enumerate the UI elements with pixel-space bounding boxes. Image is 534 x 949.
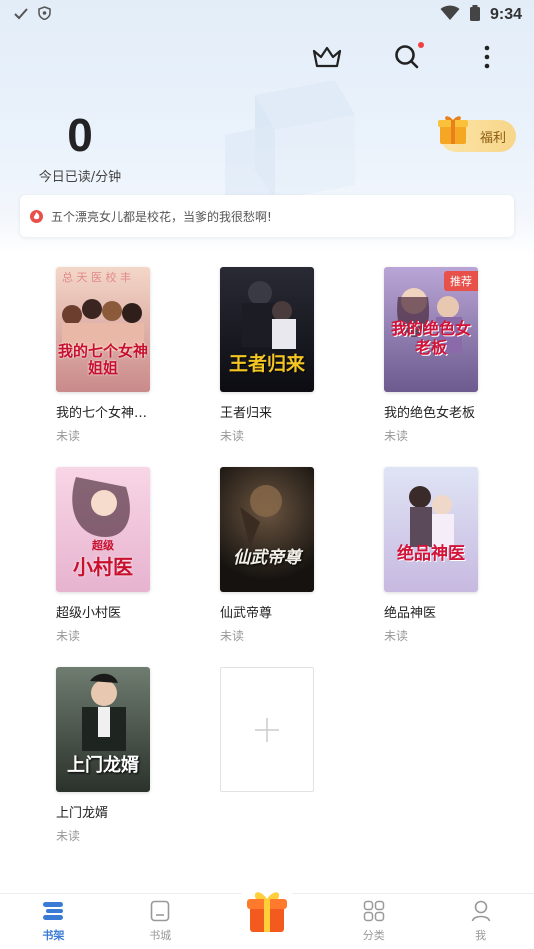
book-read-status: 未读 bbox=[56, 629, 81, 643]
plus-icon bbox=[255, 717, 279, 742]
notification-dot bbox=[418, 42, 424, 48]
book-item[interactable]: 上门龙婿 上门龙婿 未读 bbox=[56, 667, 156, 844]
tab-label: 分类 bbox=[362, 929, 385, 942]
book-read-status: 未读 bbox=[56, 829, 81, 843]
cover-title: 我的绝色女老板 bbox=[390, 319, 471, 357]
recommended-badge: 推荐 bbox=[444, 271, 478, 291]
tab-category[interactable]: 分类 bbox=[320, 894, 427, 949]
search-icon bbox=[395, 45, 419, 69]
book-item[interactable]: 推荐 我的绝色女老板 我的绝色女老板 未读 bbox=[384, 267, 484, 444]
search-button[interactable] bbox=[390, 40, 424, 74]
add-book-button[interactable] bbox=[220, 667, 314, 792]
book-item[interactable]: 超级 小村医 超级小村医 未读 bbox=[56, 467, 156, 644]
book-item[interactable]: 绝品神医 绝品神医 未读 bbox=[384, 467, 484, 644]
notice-text: 五个漂亮女儿都是校花，当爹的我很愁啊! bbox=[51, 209, 272, 224]
bookshelf-icon bbox=[42, 899, 64, 923]
welfare-label: 福利 bbox=[479, 130, 506, 146]
top-actions bbox=[310, 40, 504, 74]
decorative-book-illustration bbox=[225, 80, 355, 200]
cover-title: 仙武帝尊 bbox=[233, 548, 301, 568]
bookstore-icon bbox=[150, 899, 170, 923]
battery-icon bbox=[469, 5, 480, 25]
book-cover[interactable]: 绝品神医 bbox=[384, 467, 478, 592]
tab-gift[interactable] bbox=[214, 880, 321, 949]
status-time: 9:34 bbox=[489, 6, 522, 23]
profile-icon bbox=[471, 899, 491, 923]
svg-text:总 天 医 校 丰: 总 天 医 校 丰 bbox=[62, 270, 131, 284]
tab-label: 书架 bbox=[42, 929, 65, 942]
book-title: 上门龙婿 bbox=[56, 806, 109, 821]
book-cover[interactable]: 王者归来 bbox=[220, 267, 314, 392]
wifi-icon bbox=[440, 5, 460, 25]
add-book-item[interactable] bbox=[220, 667, 320, 792]
book-item[interactable]: 总 天 医 校 丰 我的七个女神姐姐 我的七个女神… 未读 bbox=[56, 267, 156, 444]
cover-title: 王者归来 bbox=[228, 353, 305, 375]
tab-profile[interactable]: 我 bbox=[427, 894, 534, 949]
check-icon bbox=[14, 6, 28, 24]
book-cover[interactable]: 推荐 我的绝色女老板 bbox=[384, 267, 478, 392]
cover-title: 上门龙婿 bbox=[67, 755, 139, 776]
category-icon bbox=[363, 899, 385, 923]
shield-icon bbox=[38, 6, 51, 24]
reading-minutes-label: 今日已读/分钟 bbox=[38, 170, 122, 185]
reading-minutes-value: 0 bbox=[67, 109, 93, 161]
tab-bookstore[interactable]: 书城 bbox=[107, 894, 214, 949]
welfare-button[interactable]: 福利 bbox=[438, 116, 516, 152]
book-title: 超级小村医 bbox=[56, 606, 122, 621]
more-vertical-icon bbox=[484, 45, 490, 69]
vip-crown-button[interactable] bbox=[310, 40, 344, 74]
tab-label: 我 bbox=[475, 929, 487, 942]
gift-icon bbox=[245, 888, 289, 937]
hot-icon bbox=[30, 209, 43, 223]
book-title: 王者归来 bbox=[220, 406, 273, 421]
tab-bookshelf[interactable]: 书架 bbox=[0, 894, 107, 949]
book-title: 我的绝色女老板 bbox=[384, 406, 476, 421]
cover-title: 小村医 bbox=[73, 555, 133, 579]
book-read-status: 未读 bbox=[220, 429, 245, 443]
cover-title: 我的七个女神姐姐 bbox=[57, 342, 148, 377]
book-cover[interactable]: 仙武帝尊 bbox=[220, 467, 314, 592]
book-item[interactable]: 仙武帝尊 仙武帝尊 未读 bbox=[220, 467, 320, 644]
book-item[interactable]: 王者归来 王者归来 未读 bbox=[220, 267, 320, 444]
gift-box-icon bbox=[438, 116, 468, 144]
book-cover[interactable]: 总 天 医 校 丰 我的七个女神姐姐 bbox=[56, 267, 150, 392]
status-bar: 9:34 bbox=[0, 0, 534, 30]
book-title: 仙武帝尊 bbox=[220, 606, 273, 621]
book-title: 我的七个女神… bbox=[56, 406, 148, 421]
tab-label: 书城 bbox=[149, 929, 172, 942]
book-cover[interactable]: 超级 小村医 bbox=[56, 467, 150, 592]
cover-title: 绝品神医 bbox=[397, 544, 465, 564]
book-read-status: 未读 bbox=[384, 629, 409, 643]
bottom-tab-bar: 书架 书城 分类 我 bbox=[0, 880, 534, 949]
book-read-status: 未读 bbox=[384, 429, 409, 443]
book-cover[interactable]: 上门龙婿 bbox=[56, 667, 150, 792]
crown-icon bbox=[312, 46, 342, 68]
more-menu-button[interactable] bbox=[470, 40, 504, 74]
book-read-status: 未读 bbox=[56, 429, 81, 443]
book-read-status: 未读 bbox=[220, 629, 245, 643]
notice-banner[interactable]: 五个漂亮女儿都是校花，当爹的我很愁啊! bbox=[20, 195, 514, 237]
book-title: 绝品神医 bbox=[384, 606, 437, 621]
today-reading-stat[interactable]: 0 今日已读/分钟 bbox=[30, 108, 130, 185]
